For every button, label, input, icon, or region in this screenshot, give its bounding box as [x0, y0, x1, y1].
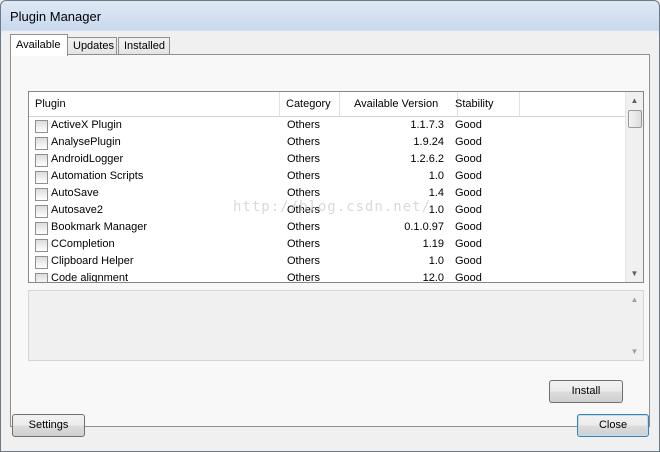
plugin-name: Code alignment: [51, 272, 129, 283]
plugin-checkbox[interactable]: [35, 273, 48, 282]
plugin-stability: Good: [455, 119, 482, 131]
plugin-manager-window: Plugin Manager Available Updates Install…: [0, 0, 660, 452]
plugin-checkbox[interactable]: [35, 239, 48, 252]
plugin-stability: Good: [455, 170, 482, 182]
plugin-version: 1.9.24: [413, 136, 444, 148]
plugin-list[interactable]: Plugin Category Available Version Stabil…: [28, 91, 644, 283]
plugin-checkbox[interactable]: [35, 171, 48, 184]
plugin-name: CCompletion: [51, 238, 115, 250]
plugin-version: 1.19: [422, 238, 444, 250]
dialog-body: Available Updates Installed Plugin Categ…: [2, 31, 658, 450]
up-arrow-icon[interactable]: ▲: [626, 291, 643, 308]
table-row[interactable]: ActiveX Plugin Others 1.1.7.3 Good: [29, 117, 625, 134]
table-row[interactable]: AndroidLogger Others 1.2.6.2 Good: [29, 151, 625, 168]
plugin-name: AnalysePlugin: [51, 136, 121, 148]
plugin-stability: Good: [455, 204, 482, 216]
plugin-name: ActiveX Plugin: [51, 119, 122, 131]
plugin-checkbox[interactable]: [35, 188, 48, 201]
plugin-category: Others: [287, 136, 321, 148]
tab-installed[interactable]: Installed: [118, 37, 170, 55]
plugin-stability: Good: [455, 238, 482, 250]
plugin-version: 0.1.0.97: [404, 221, 444, 233]
tab-panel-available: Plugin Category Available Version Stabil…: [10, 54, 650, 427]
column-header-version[interactable]: Available Version: [340, 92, 458, 116]
plugin-stability: Good: [455, 187, 482, 199]
plugin-checkbox[interactable]: [35, 256, 48, 269]
title-bar[interactable]: Plugin Manager: [1, 1, 659, 33]
plugin-stability: Good: [455, 221, 482, 233]
plugin-category: Others: [287, 119, 321, 131]
down-arrow-icon[interactable]: ▼: [626, 265, 643, 282]
plugin-category: Others: [287, 170, 321, 182]
plugin-name: Automation Scripts: [51, 170, 144, 182]
tab-updates[interactable]: Updates: [67, 37, 117, 55]
plugin-version: 1.0: [428, 255, 444, 267]
column-header-plugin[interactable]: Plugin: [29, 92, 280, 116]
plugin-category: Others: [287, 238, 321, 250]
plugin-checkbox[interactable]: [35, 137, 48, 150]
tab-available[interactable]: Available: [10, 34, 68, 56]
plugin-stability: Good: [455, 153, 482, 165]
column-header-category[interactable]: Category: [280, 92, 340, 116]
plugin-description-box[interactable]: ▲ ▼: [28, 290, 644, 361]
plugin-name: AndroidLogger: [51, 153, 124, 165]
plugin-stability: Good: [455, 136, 482, 148]
description-scrollbar[interactable]: ▲ ▼: [626, 291, 643, 360]
plugin-name: AutoSave: [51, 187, 99, 199]
plugin-version: 1.0: [428, 170, 444, 182]
plugin-stability: Good: [455, 255, 482, 267]
column-header-stability[interactable]: Stability: [449, 92, 520, 116]
plugin-category: Others: [287, 255, 321, 267]
table-row[interactable]: Clipboard Helper Others 1.0 Good: [29, 253, 625, 270]
watermark: http://blog.csdn.net/: [233, 199, 432, 215]
plugin-name: Autosave2: [51, 204, 103, 216]
plugin-checkbox[interactable]: [35, 154, 48, 167]
table-row[interactable]: Bookmark Manager Others 0.1.0.97 Good: [29, 219, 625, 236]
window-title: Plugin Manager: [10, 9, 102, 24]
plugin-stability: Good: [455, 272, 482, 283]
plugin-version: 12.0: [422, 272, 444, 283]
plugin-name: Clipboard Helper: [51, 255, 134, 267]
plugin-category: Others: [287, 221, 321, 233]
close-button[interactable]: Close: [577, 414, 649, 437]
up-arrow-icon[interactable]: ▲: [626, 92, 643, 109]
plugin-category: Others: [287, 272, 321, 283]
settings-button[interactable]: Settings: [12, 414, 85, 437]
plugin-checkbox[interactable]: [35, 222, 48, 235]
plugin-checkbox[interactable]: [35, 205, 48, 218]
install-button[interactable]: Install: [549, 380, 623, 403]
table-row[interactable]: AnalysePlugin Others 1.9.24 Good: [29, 134, 625, 151]
table-row[interactable]: Code alignment Others 12.0 Good: [29, 270, 625, 283]
scrollbar-thumb[interactable]: [628, 110, 642, 128]
down-arrow-icon[interactable]: ▼: [626, 343, 643, 360]
plugin-checkbox[interactable]: [35, 120, 48, 133]
plugin-version: 1.1.7.3: [410, 119, 444, 131]
list-header: Plugin Category Available Version Stabil…: [29, 92, 625, 117]
table-row[interactable]: CCompletion Others 1.19 Good: [29, 236, 625, 253]
plugin-name: Bookmark Manager: [51, 221, 147, 233]
list-scrollbar[interactable]: ▲ ▼: [625, 92, 643, 282]
plugin-version: 1.2.6.2: [410, 153, 444, 165]
table-row[interactable]: Automation Scripts Others 1.0 Good: [29, 168, 625, 185]
plugin-category: Others: [287, 153, 321, 165]
